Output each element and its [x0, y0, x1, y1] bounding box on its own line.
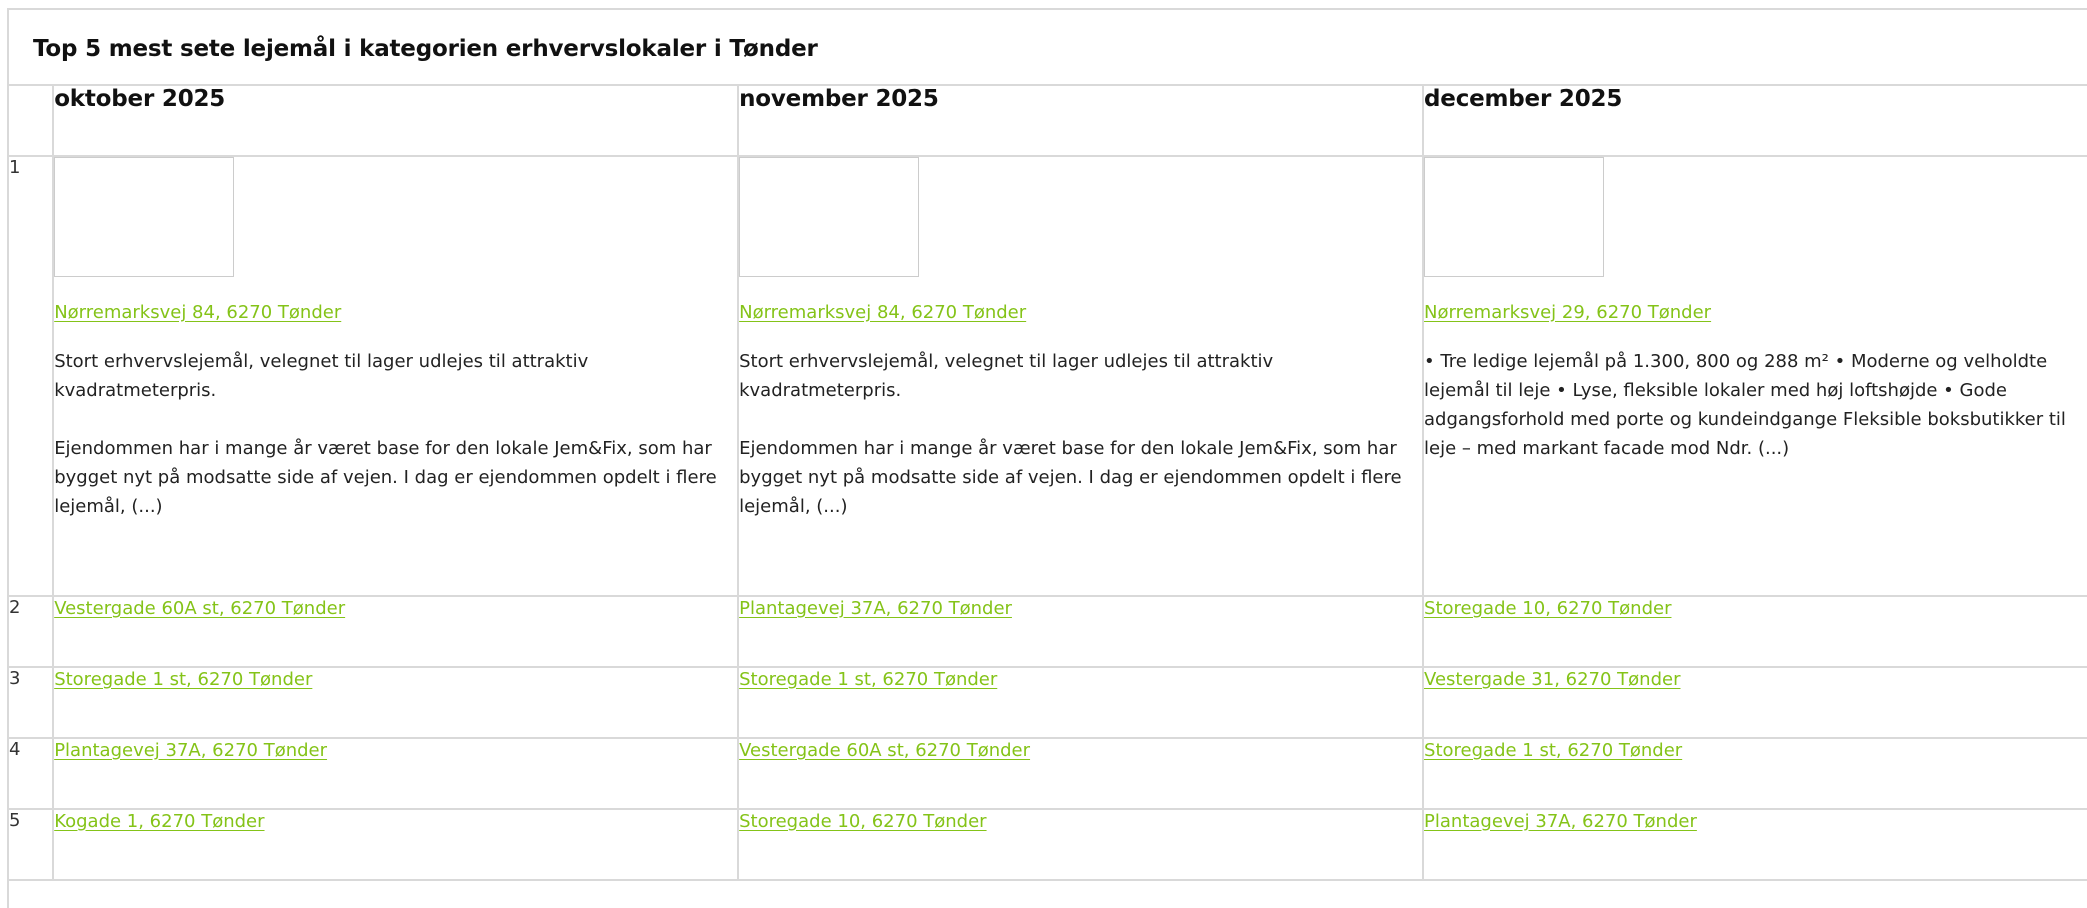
listing-description: Stort erhvervslejemål, velegnet til lage…	[739, 347, 1422, 521]
panel-title: Top 5 mest sete lejemål i kategorien erh…	[9, 10, 2087, 86]
listing-address-link[interactable]: Plantagevej 37A, 6270 Tønder	[1424, 810, 1697, 834]
rank-number: 3	[9, 667, 55, 739]
listing-address-link[interactable]: Nørremarksvej 84, 6270 Tønder	[54, 301, 341, 325]
listing-cell: Storegade 1 st, 6270 Tønder	[53, 667, 740, 739]
listing-cell: Storegade 10, 6270 Tønder	[738, 809, 1425, 881]
listing-cell: Kogade 1, 6270 Tønder	[53, 809, 740, 881]
listing-address-link[interactable]: Storegade 10, 6270 Tønder	[739, 810, 986, 834]
listing-address-link[interactable]: Storegade 1 st, 6270 Tønder	[1424, 739, 1682, 763]
table-row-rank-5: 5 Kogade 1, 6270 Tønder Storegade 10, 62…	[9, 809, 2087, 881]
table-row-rank-1: 1 Nørremarksvej 84, 6270 Tønder Stort er…	[9, 156, 2087, 597]
description-paragraph: Stort erhvervslejemål, velegnet til lage…	[54, 351, 589, 401]
listing-description: Stort erhvervslejemål, velegnet til lage…	[54, 347, 737, 521]
description-paragraph: Ejendommen har i mange år været base for…	[739, 438, 1402, 517]
listing-cell: Storegade 1 st, 6270 Tønder	[1423, 738, 2087, 810]
listing-address-link[interactable]: Nørremarksvej 29, 6270 Tønder	[1424, 301, 1711, 325]
listing-cell: Storegade 10, 6270 Tønder	[1423, 596, 2087, 668]
table-row-rank-2: 2 Vestergade 60A st, 6270 Tønder Plantag…	[9, 596, 2087, 668]
listing-description: • Tre ledige lejemål på 1.300, 800 og 28…	[1424, 347, 2087, 463]
listing-cell: Vestergade 31, 6270 Tønder	[1423, 667, 2087, 739]
listing-address-link[interactable]: Kogade 1, 6270 Tønder	[54, 810, 264, 834]
listing-address-link[interactable]: Nørremarksvej 84, 6270 Tønder	[739, 301, 1026, 325]
listing-address-link[interactable]: Storegade 1 st, 6270 Tønder	[739, 668, 997, 692]
listing-address-link[interactable]: Plantagevej 37A, 6270 Tønder	[739, 597, 1012, 621]
month-header-november: november 2025	[738, 86, 1425, 157]
listing-thumbnail[interactable]	[1424, 157, 1605, 277]
top5-panel: Top 5 mest sete lejemål i kategorien erh…	[7, 8, 2087, 908]
listing-cell: Plantagevej 37A, 6270 Tønder	[738, 596, 1425, 668]
table-header-row: oktober 2025 november 2025 december 2025	[9, 86, 2087, 157]
listing-thumbnail[interactable]	[54, 157, 235, 277]
listing-address-link[interactable]: Vestergade 31, 6270 Tønder	[1424, 668, 1680, 692]
description-paragraph: • Tre ledige lejemål på 1.300, 800 og 28…	[1424, 351, 2066, 459]
listing-address-link[interactable]: Vestergade 60A st, 6270 Tønder	[739, 739, 1030, 763]
listing-address-link[interactable]: Vestergade 60A st, 6270 Tønder	[54, 597, 345, 621]
listing-thumbnail[interactable]	[739, 157, 920, 277]
rank-number: 5	[9, 809, 55, 881]
top5-table: oktober 2025 november 2025 december 2025…	[9, 86, 2087, 881]
featured-listing-november: Nørremarksvej 84, 6270 Tønder Stort erhv…	[738, 156, 1425, 597]
listing-address-link[interactable]: Storegade 1 st, 6270 Tønder	[54, 668, 312, 692]
featured-listing-december: Nørremarksvej 29, 6270 Tønder • Tre ledi…	[1423, 156, 2087, 597]
table-row-rank-3: 3 Storegade 1 st, 6270 Tønder Storegade …	[9, 667, 2087, 739]
rank-number: 2	[9, 596, 55, 668]
month-header-october: oktober 2025	[53, 86, 740, 157]
rank-number: 1	[9, 156, 55, 597]
table-row-rank-4: 4 Plantagevej 37A, 6270 Tønder Vestergad…	[9, 738, 2087, 810]
rank-number: 4	[9, 738, 55, 810]
listing-cell: Storegade 1 st, 6270 Tønder	[738, 667, 1425, 739]
featured-listing-october: Nørremarksvej 84, 6270 Tønder Stort erhv…	[53, 156, 740, 597]
listing-address-link[interactable]: Storegade 10, 6270 Tønder	[1424, 597, 1671, 621]
month-header-december: december 2025	[1423, 86, 2087, 157]
description-paragraph: Stort erhvervslejemål, velegnet til lage…	[739, 351, 1274, 401]
listing-address-link[interactable]: Plantagevej 37A, 6270 Tønder	[54, 739, 327, 763]
listing-cell: Plantagevej 37A, 6270 Tønder	[1423, 809, 2087, 881]
listing-cell: Vestergade 60A st, 6270 Tønder	[53, 596, 740, 668]
listing-cell: Plantagevej 37A, 6270 Tønder	[53, 738, 740, 810]
listing-cell: Vestergade 60A st, 6270 Tønder	[738, 738, 1425, 810]
description-paragraph: Ejendommen har i mange år været base for…	[54, 438, 717, 517]
rank-column-header	[9, 86, 55, 157]
